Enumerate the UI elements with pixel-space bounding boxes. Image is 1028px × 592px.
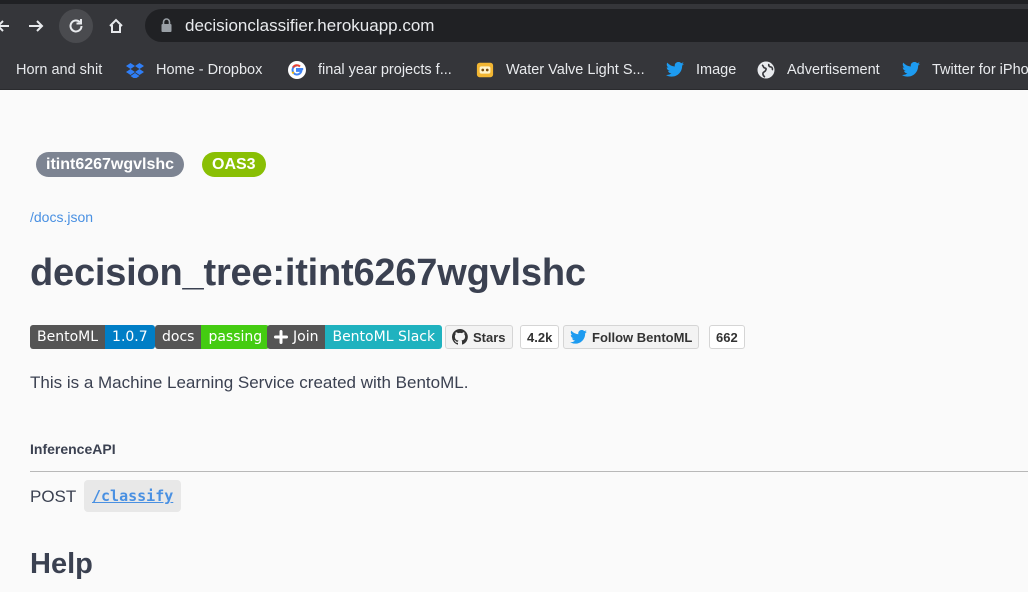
github-icon xyxy=(452,329,468,345)
service-description: This is a Machine Learning Service creat… xyxy=(30,373,469,392)
page-title: decision_tree:itint6267wgvlshc xyxy=(30,252,586,294)
github-stars-button[interactable]: Stars xyxy=(445,325,513,349)
bookmark-final-year[interactable]: final year projects f... xyxy=(288,50,452,89)
badge-label: Join xyxy=(293,329,319,345)
bookmark-label: final year projects f... xyxy=(318,61,452,78)
http-method: POST xyxy=(30,487,77,506)
bookmark-label: Home - Dropbox xyxy=(156,61,263,78)
section-title[interactable]: InferenceAPI xyxy=(30,441,116,457)
forward-arrow-icon[interactable] xyxy=(19,10,53,42)
globe-icon xyxy=(757,61,775,79)
docs-badge[interactable]: docs passing xyxy=(155,325,270,349)
twitter-icon xyxy=(570,330,587,344)
twitter-icon xyxy=(902,61,920,79)
back-arrow-icon[interactable] xyxy=(0,10,20,42)
badge-value: BentoML Slack xyxy=(325,325,443,349)
bento-box-icon xyxy=(476,61,494,79)
bookmark-label: Twitter for iPho xyxy=(932,61,1028,78)
endpoint-link[interactable]: /classify xyxy=(84,480,182,512)
stars-count[interactable]: 4.2k xyxy=(520,325,560,349)
reload-icon[interactable] xyxy=(59,9,93,43)
browser-toolbar: decisionclassifier.herokuapp.com xyxy=(0,0,1028,50)
section-divider xyxy=(30,471,1028,472)
bookmark-dropbox[interactable]: Home - Dropbox xyxy=(126,50,262,89)
bookmark-water-valve[interactable]: Water Valve Light S... xyxy=(476,50,645,89)
bookmark-twitter-iphone[interactable]: Twitter for iPho xyxy=(902,50,1028,89)
bentoml-version-badge[interactable]: BentoML 1.0.7 xyxy=(30,325,155,349)
swagger-page: itint6267wgvlshc OAS3 /docs.json decisio… xyxy=(0,90,1028,592)
badge-value: passing xyxy=(201,325,270,349)
bookmark-advertisement[interactable]: Advertisement xyxy=(757,50,880,89)
bookmark-label: Horn and shit xyxy=(16,61,103,78)
google-icon xyxy=(288,60,306,79)
slack-badge[interactable]: Join BentoML Slack xyxy=(267,325,443,349)
follow-label: Follow BentoML xyxy=(592,329,693,345)
slack-label-wrap: Join xyxy=(267,325,326,349)
badge-label: BentoML xyxy=(30,325,106,349)
bookmark-horn[interactable]: Horn and shit xyxy=(16,50,102,89)
twitter-icon xyxy=(666,61,684,79)
version-pill: itint6267wgvlshc xyxy=(36,152,185,177)
bookmarks-bar: Horn and shit Home - Dropbox final year … xyxy=(0,50,1028,90)
lock-icon[interactable] xyxy=(161,18,172,32)
address-bar[interactable]: decisionclassifier.herokuapp.com xyxy=(145,9,1028,42)
home-icon[interactable] xyxy=(99,10,133,42)
bookmark-label: Advertisement xyxy=(787,61,880,78)
docs-json-link[interactable]: /docs.json xyxy=(30,209,93,225)
badge-value: 1.0.7 xyxy=(105,325,155,349)
twitter-follow-button[interactable]: Follow BentoML xyxy=(563,325,700,349)
bookmark-image[interactable]: Image xyxy=(666,50,736,89)
bookmark-label: Image xyxy=(696,61,737,78)
slack-icon xyxy=(274,330,288,344)
bookmark-label: Water Valve Light S... xyxy=(506,61,645,78)
stars-label: Stars xyxy=(473,329,506,345)
tab-strip-edge xyxy=(0,0,1028,4)
url-text[interactable]: decisionclassifier.herokuapp.com xyxy=(185,16,434,36)
dropbox-icon xyxy=(126,61,144,79)
followers-count[interactable]: 662 xyxy=(709,325,745,349)
help-heading: Help xyxy=(30,548,93,580)
oas-pill: OAS3 xyxy=(202,152,266,177)
badge-label: docs xyxy=(155,325,202,349)
